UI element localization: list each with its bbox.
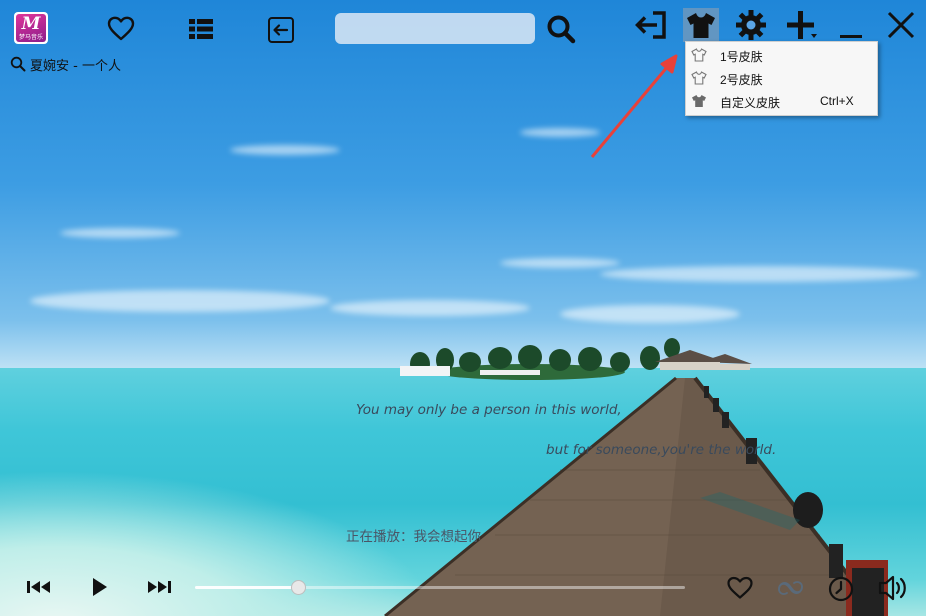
like-icon (727, 576, 753, 599)
search-input[interactable] (335, 13, 535, 44)
exit-icon (635, 11, 666, 39)
skin-menu-item-2[interactable]: 2号皮肤 (686, 67, 877, 89)
search-button[interactable] (544, 12, 578, 46)
song-title[interactable]: 夏婉安 - 一个人 (10, 55, 121, 74)
volume-icon (878, 575, 906, 601)
next-icon (148, 581, 171, 593)
minimize-button[interactable] (836, 10, 866, 42)
progress-handle[interactable] (290, 580, 306, 595)
settings-button[interactable] (733, 8, 769, 42)
previous-icon (27, 581, 50, 593)
back-button[interactable] (265, 14, 297, 46)
shirt-filled-icon (692, 95, 706, 107)
search-icon (10, 56, 26, 72)
skin-menu-item-2-label: 2号皮肤 (720, 73, 763, 87)
skin-menu-item-custom-shortcut: Ctrl+X (820, 94, 854, 108)
next-button[interactable] (144, 574, 174, 600)
previous-button[interactable] (24, 574, 54, 600)
lyric-line-1: You may only be a person in this world, (356, 402, 622, 418)
app-logo-caption: 梦马音乐 (18, 34, 43, 41)
skin-menu-item-1[interactable]: 1号皮肤 (686, 44, 877, 66)
app-logo[interactable]: M 梦马音乐 (14, 12, 48, 44)
lyric-line-2: but for someone,you're the world. (546, 442, 777, 458)
heart-icon (107, 16, 135, 41)
add-button[interactable] (783, 8, 821, 42)
skin-menu: 1号皮肤 2号皮肤 自定义皮肤 Ctrl+X (685, 41, 878, 116)
list-icon (189, 19, 213, 39)
timer-button[interactable] (826, 574, 856, 604)
shirt-icon (687, 13, 715, 38)
gear-icon (736, 10, 766, 40)
back-arrow-icon (268, 17, 294, 43)
skin-menu-item-custom-label: 自定义皮肤 (720, 96, 781, 110)
app-logo-icon: M 梦马音乐 (16, 14, 46, 42)
like-button[interactable] (725, 574, 755, 602)
timer-icon (828, 576, 854, 602)
app-logo-letter: M (21, 14, 41, 34)
logout-button[interactable] (633, 8, 669, 42)
close-icon (887, 11, 915, 39)
shirt-outline-icon (691, 71, 707, 85)
song-title-text: 夏婉安 - 一个人 (30, 58, 121, 74)
playlist-button[interactable] (186, 14, 216, 44)
play-button[interactable] (86, 572, 114, 602)
loop-mode-button[interactable] (774, 574, 806, 602)
loop-icon (778, 581, 803, 595)
skin-menu-item-1-label: 1号皮肤 (720, 50, 763, 64)
skin-menu-item-custom[interactable]: 自定义皮肤 Ctrl+X (686, 90, 877, 112)
close-button[interactable] (884, 8, 918, 42)
favorites-button[interactable] (104, 14, 138, 44)
minimize-icon (840, 35, 862, 38)
plus-icon (787, 11, 817, 39)
progress-bar[interactable] (195, 580, 685, 595)
play-icon (93, 578, 107, 596)
now-playing-text: 正在播放：我会想起你 (346, 529, 481, 545)
skin-button[interactable] (683, 8, 719, 42)
shirt-outline-icon (691, 48, 707, 62)
progress-fill (195, 586, 298, 589)
search-icon (547, 15, 576, 44)
volume-button[interactable] (876, 572, 910, 604)
